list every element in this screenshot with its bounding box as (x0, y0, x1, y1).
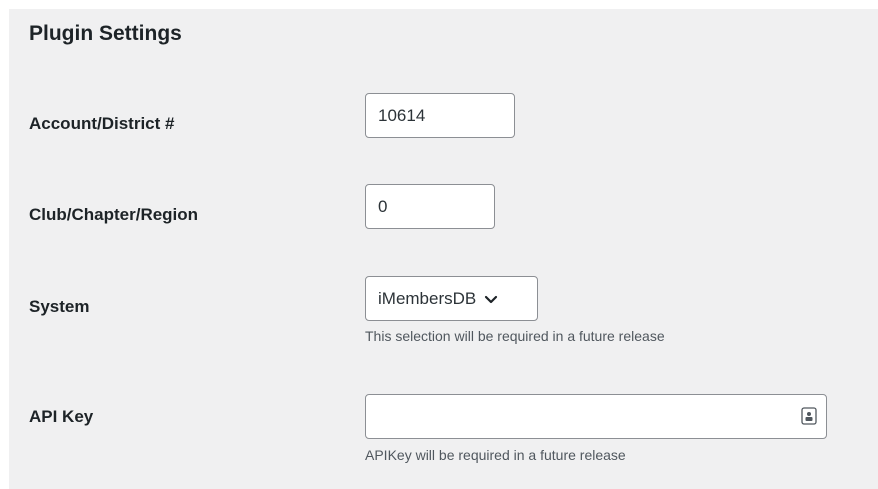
account-district-input[interactable] (365, 93, 515, 138)
system-label: System (29, 297, 90, 316)
api-key-label: API Key (29, 407, 94, 426)
settings-panel: Plugin Settings Account/District # Club/… (9, 9, 878, 489)
system-select[interactable]: iMembersDB (365, 276, 538, 321)
api-key-help-text: APIKey will be required in a future rele… (365, 447, 626, 463)
password-manager-icon[interactable] (801, 407, 817, 425)
api-key-input[interactable] (365, 394, 827, 439)
account-label: Account/District # (29, 114, 175, 133)
chevron-down-icon (484, 292, 498, 306)
club-chapter-region-input[interactable] (365, 184, 495, 229)
club-label: Club/Chapter/Region (29, 205, 199, 224)
system-selected-value: iMembersDB (378, 288, 477, 308)
system-help-text: This selection will be required in a fut… (365, 328, 665, 344)
api-key-field-wrapper (365, 394, 827, 439)
page-title: Plugin Settings (29, 22, 182, 45)
